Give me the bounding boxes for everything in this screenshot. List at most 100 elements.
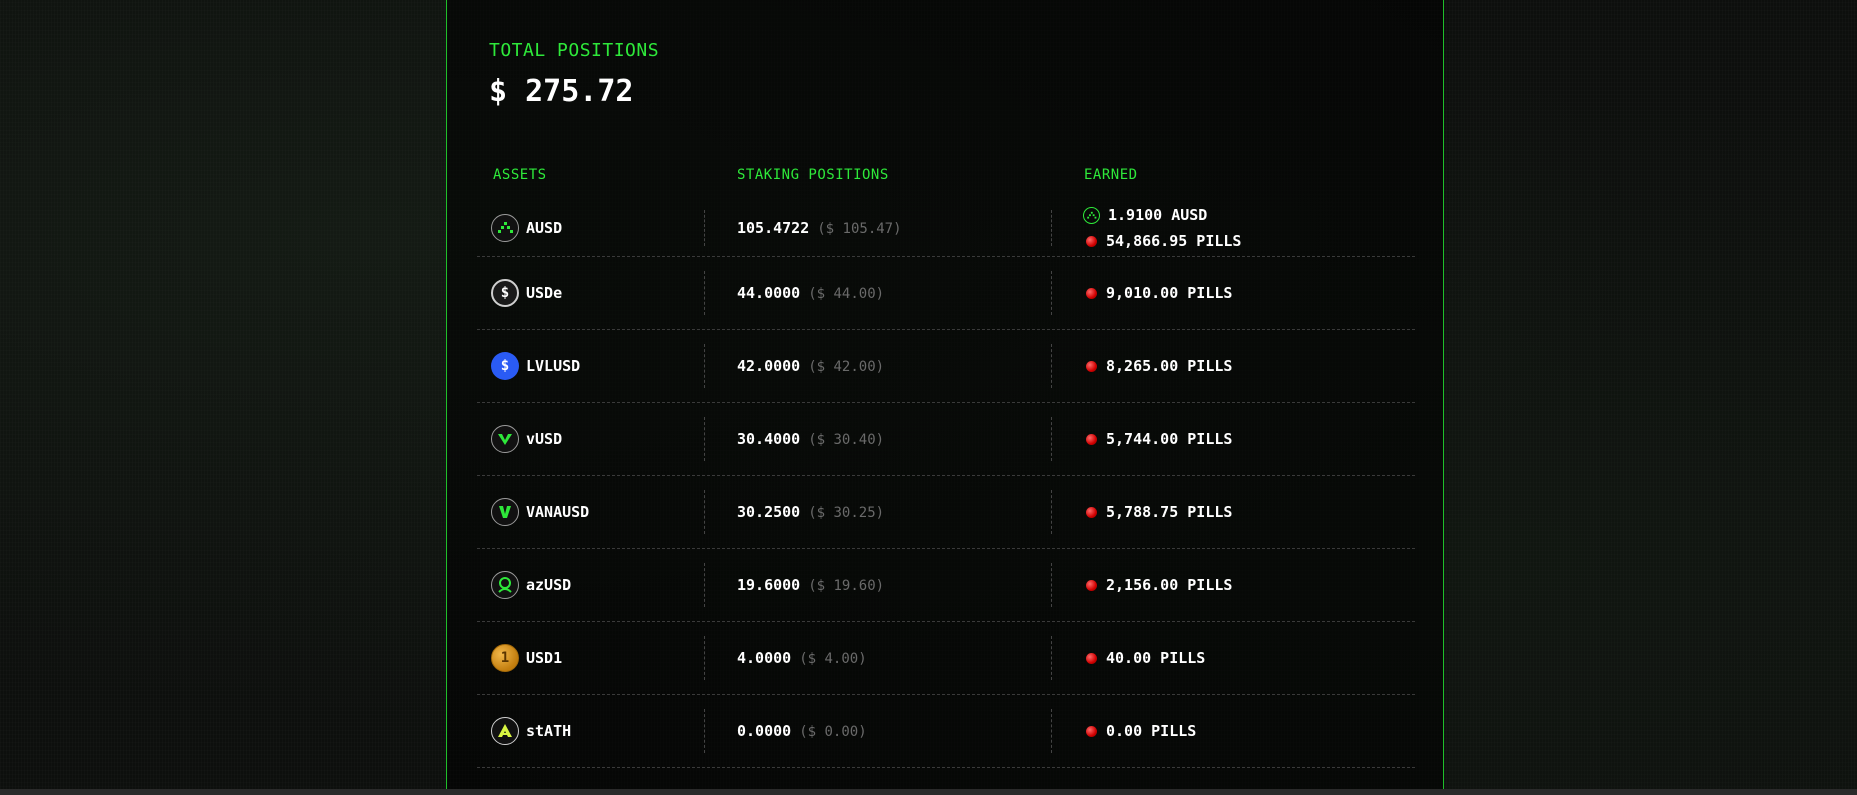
staking-amount: 42.0000: [737, 357, 801, 375]
asset-name: VANAUSD: [526, 503, 590, 521]
pill-icon: [1086, 579, 1097, 591]
asset-name: USD1: [526, 649, 563, 667]
asset-cell: VANAUSD: [491, 498, 589, 526]
pill-icon: [1086, 235, 1097, 247]
azusd-icon: [491, 571, 519, 599]
table-row[interactable]: $ USDe 44.0000 ($ 44.00) 9,010.00 PILLS: [477, 257, 1415, 330]
column-divider: [704, 344, 705, 388]
staking-cell: 42.0000 ($ 42.00): [737, 357, 884, 375]
asset-cell: AUSD: [491, 214, 562, 242]
staking-amount: 0.0000: [737, 722, 792, 740]
staking-amount: 44.0000: [737, 284, 801, 302]
asset-name: LVLUSD: [526, 357, 581, 375]
earned-cell: 5,744.00 PILLS: [1083, 426, 1232, 452]
staking-amount: 30.2500: [737, 503, 801, 521]
asset-cell: azUSD: [491, 571, 571, 599]
staking-usd-value: ($ 44.00): [808, 286, 885, 302]
column-divider: [1051, 490, 1052, 534]
column-divider: [704, 210, 705, 246]
earned-amount: 9,010.00 PILLS: [1106, 284, 1233, 302]
pill-icon: [1086, 287, 1097, 299]
earned-item: 5,788.75 PILLS: [1083, 499, 1232, 525]
column-divider: [1051, 271, 1052, 315]
staking-cell: 30.2500 ($ 30.25): [737, 503, 884, 521]
asset-cell: vUSD: [491, 425, 562, 453]
earned-cell: 2,156.00 PILLS: [1083, 572, 1232, 598]
earned-column-header: EARNED: [1084, 167, 1138, 183]
staking-amount: 4.0000: [737, 649, 792, 667]
staking-cell: 4.0000 ($ 4.00): [737, 649, 867, 667]
earned-item: 5,744.00 PILLS: [1083, 426, 1232, 452]
asset-name: vUSD: [526, 430, 563, 448]
column-divider: [1051, 563, 1052, 607]
ausd-mini-icon: [1083, 206, 1100, 224]
earned-amount: 5,744.00 PILLS: [1106, 430, 1233, 448]
pill-icon: [1086, 652, 1097, 664]
staking-usd-value: ($ 42.00): [808, 359, 885, 375]
earned-amount: 0.00 PILLS: [1106, 722, 1197, 740]
column-divider: [704, 490, 705, 534]
earned-item: 2,156.00 PILLS: [1083, 572, 1232, 598]
total-positions-value: $ 275.72: [489, 74, 634, 109]
column-divider: [704, 417, 705, 461]
earned-cell: 9,010.00 PILLS: [1083, 280, 1232, 306]
column-divider: [1051, 417, 1052, 461]
earned-cell: 5,788.75 PILLS: [1083, 499, 1232, 525]
lvlusd-icon: $: [491, 352, 519, 380]
earned-amount: 40.00 PILLS: [1106, 649, 1206, 667]
table-row[interactable]: AUSD 105.4722 ($ 105.47) 1.9100 AUSD 54,8…: [477, 200, 1415, 257]
positions-panel: TOTAL POSITIONS $ 275.72 ASSETS STAKING …: [446, 0, 1444, 795]
earned-cell: 8,265.00 PILLS: [1083, 353, 1232, 379]
column-divider: [1051, 636, 1052, 680]
table-row[interactable]: stATH 0.0000 ($ 0.00) 0.00 PILLS: [477, 695, 1415, 768]
staking-cell: 105.4722 ($ 105.47): [737, 219, 902, 237]
earned-item: 8,265.00 PILLS: [1083, 353, 1232, 379]
asset-name: USDe: [526, 284, 563, 302]
asset-name: stATH: [526, 722, 572, 740]
earned-cell: 1.9100 AUSD 54,866.95 PILLS: [1083, 202, 1241, 254]
staking-cell: 30.4000 ($ 30.40): [737, 430, 884, 448]
usd1-icon: 1: [491, 644, 519, 672]
staking-cell: 19.6000 ($ 19.60): [737, 576, 884, 594]
earned-item: 0.00 PILLS: [1083, 718, 1196, 744]
column-divider: [1051, 344, 1052, 388]
staking-usd-value: ($ 19.60): [808, 578, 885, 594]
earned-amount: 2,156.00 PILLS: [1106, 576, 1233, 594]
asset-name: AUSD: [526, 219, 563, 237]
column-divider: [704, 271, 705, 315]
staking-amount: 19.6000: [737, 576, 801, 594]
asset-name: azUSD: [526, 576, 572, 594]
column-divider: [704, 563, 705, 607]
asset-cell: stATH: [491, 717, 571, 745]
usde-icon: $: [491, 279, 519, 307]
total-positions-label: TOTAL POSITIONS: [489, 40, 660, 61]
earned-item: 40.00 PILLS: [1083, 645, 1205, 671]
earned-item: 9,010.00 PILLS: [1083, 280, 1232, 306]
staking-amount: 105.4722: [737, 219, 810, 237]
stath-icon: [491, 717, 519, 745]
table-row[interactable]: VANAUSD 30.2500 ($ 30.25) 5,788.75 PILLS: [477, 476, 1415, 549]
bottom-scroll-bar: [0, 789, 1857, 795]
column-divider: [704, 636, 705, 680]
column-divider: [1051, 709, 1052, 753]
staking-cell: 44.0000 ($ 44.00): [737, 284, 884, 302]
pill-icon: [1086, 725, 1097, 737]
table-row[interactable]: $ LVLUSD 42.0000 ($ 42.00) 8,265.00 PILLS: [477, 330, 1415, 403]
asset-cell: $ LVLUSD: [491, 352, 580, 380]
asset-cell: $ USDe: [491, 279, 562, 307]
table-row[interactable]: azUSD 19.6000 ($ 19.60) 2,156.00 PILLS: [477, 549, 1415, 622]
pill-icon: [1086, 360, 1097, 372]
pill-icon: [1086, 433, 1097, 445]
staking-usd-value: ($ 105.47): [817, 221, 902, 237]
assets-column-header: ASSETS: [493, 167, 547, 183]
staking-usd-value: ($ 0.00): [799, 724, 867, 740]
earned-cell: 0.00 PILLS: [1083, 718, 1196, 744]
staking-cell: 0.0000 ($ 0.00): [737, 722, 867, 740]
table-row[interactable]: vUSD 30.4000 ($ 30.40) 5,744.00 PILLS: [477, 403, 1415, 476]
staking-usd-value: ($ 30.40): [808, 432, 885, 448]
earned-amount: 1.9100 AUSD: [1108, 206, 1208, 224]
earned-cell: 40.00 PILLS: [1083, 645, 1205, 671]
positions-table: AUSD 105.4722 ($ 105.47) 1.9100 AUSD 54,8…: [477, 200, 1415, 768]
pill-icon: [1086, 506, 1097, 518]
table-row[interactable]: 1 USD1 4.0000 ($ 4.00) 40.00 PILLS: [477, 622, 1415, 695]
